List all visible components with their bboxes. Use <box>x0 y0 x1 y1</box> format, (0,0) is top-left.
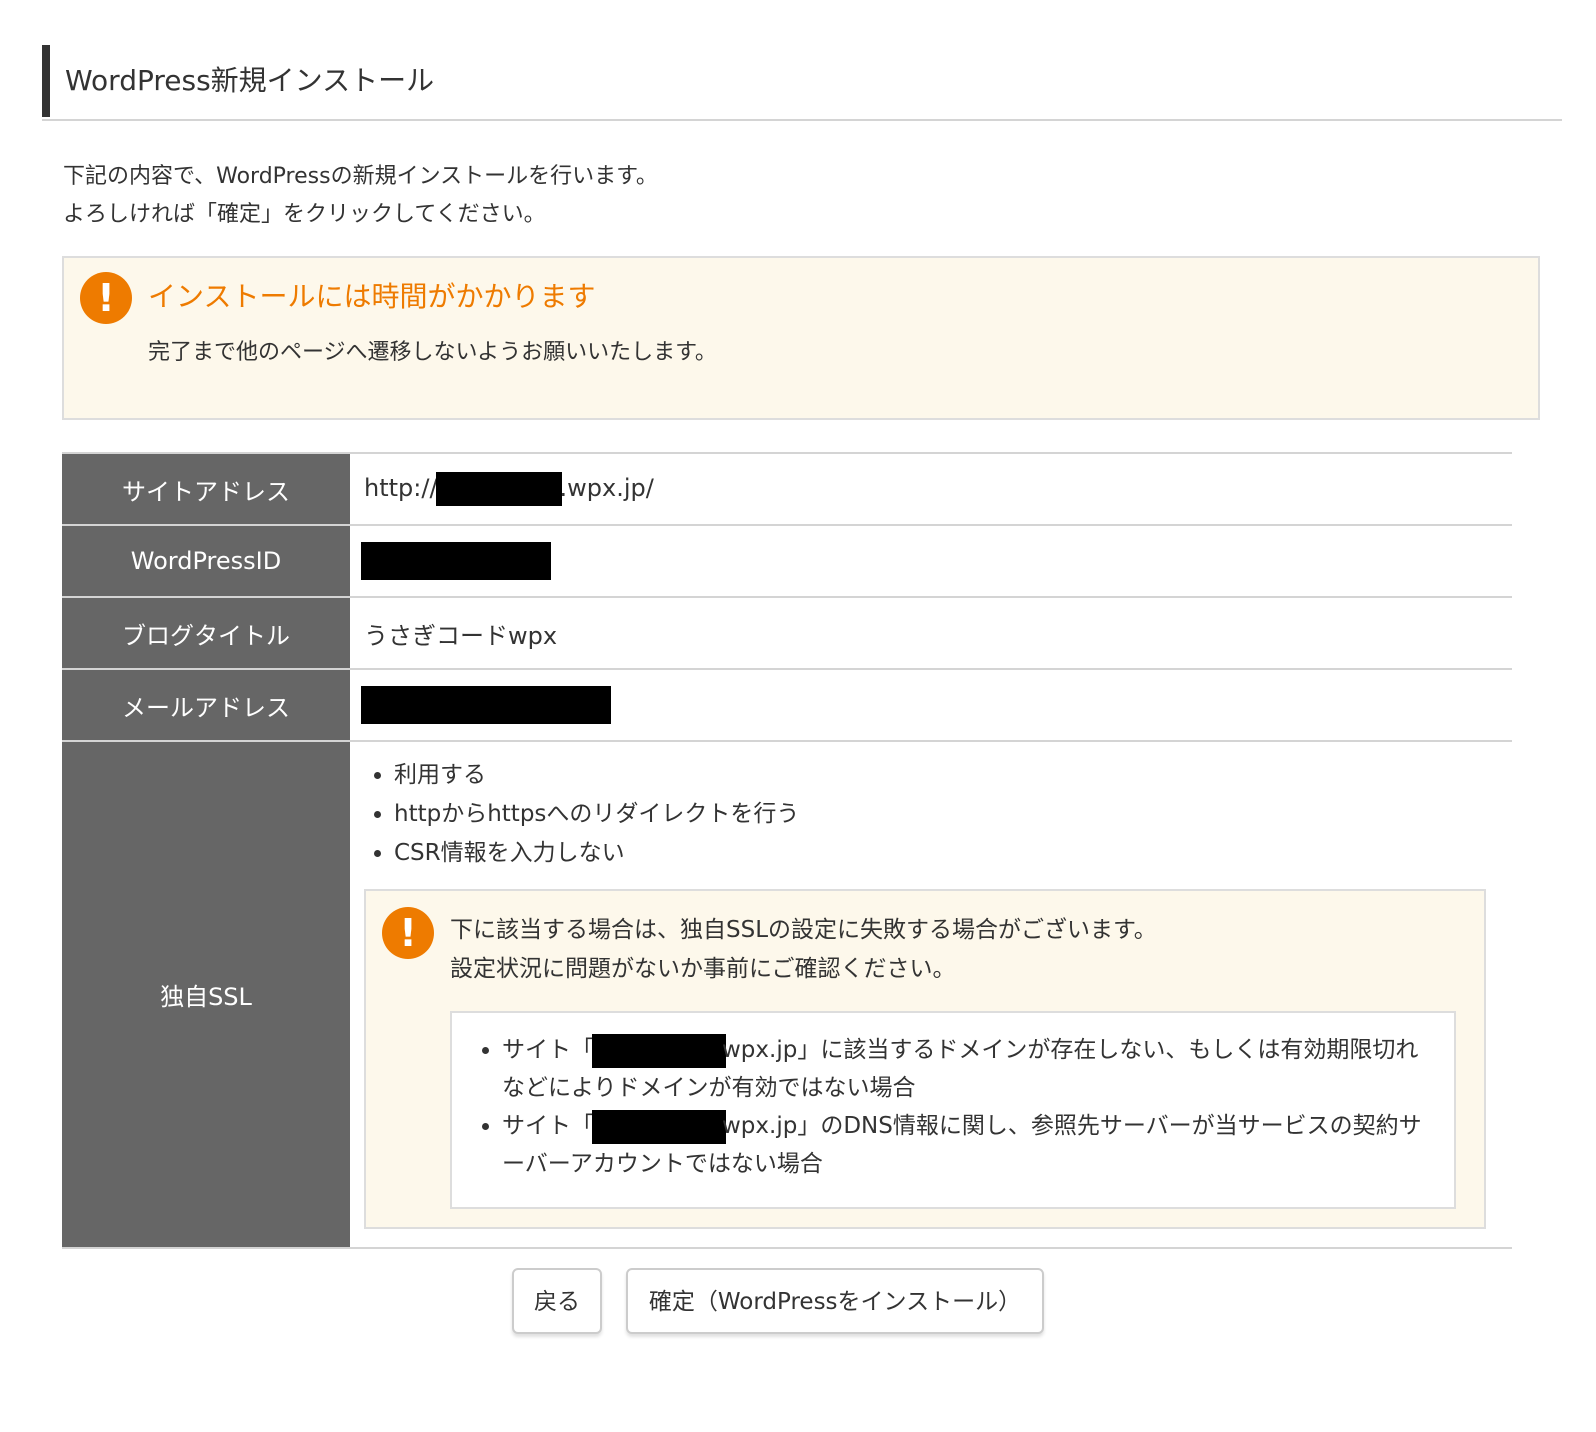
redacted-block <box>361 686 611 724</box>
notice-title: インストールには時間がかかります <box>148 280 596 313</box>
exclamation-icon: ! <box>382 907 434 959</box>
site-address-prefix: http:// <box>364 474 438 502</box>
back-button[interactable]: 戻る <box>512 1268 602 1334</box>
condition-prefix: サイト「 <box>502 1113 594 1139</box>
list-item: サイト「wpx.jp」に該当するドメインが存在しない、もしくは有効期限切れなどに… <box>502 1031 1434 1107</box>
condition-prefix: サイト「 <box>502 1037 594 1063</box>
ssl-conditions-box: サイト「wpx.jp」に該当するドメインが存在しない、もしくは有効期限切れなどに… <box>450 1011 1456 1209</box>
ssl-value: 利用する httpからhttpsへのリダイレクトを行う CSR情報を入力しない … <box>350 741 1512 1249</box>
mail-address-value <box>350 669 1512 742</box>
ssl-options-list: 利用する httpからhttpsへのリダイレクトを行う CSR情報を入力しない <box>364 756 1498 873</box>
list-item: CSR情報を入力しない <box>394 834 1498 873</box>
ssl-conditions-list: サイト「wpx.jp」に該当するドメインが存在しない、もしくは有効期限切れなどに… <box>452 1013 1454 1183</box>
site-address-suffix: .wpx.jp/ <box>559 474 654 502</box>
ssl-warning-box: ! 下に該当する場合は、独自SSLの設定に失敗する場合がございます。 設定状況に… <box>364 889 1486 1229</box>
action-buttons: 戻る 確定（WordPressをインストール） <box>0 1268 1596 1336</box>
notice-text: 完了まで他のページへ遷移しないようお願いいたします。 <box>148 340 717 365</box>
redacted-block <box>592 1033 726 1068</box>
redacted-block <box>361 542 551 580</box>
redacted-block <box>435 472 562 506</box>
page-title: WordPress新規インストール <box>65 64 435 97</box>
redacted-block <box>592 1109 726 1144</box>
table-row-blog-title: ブログタイトル うさぎコードwpx <box>62 597 1512 670</box>
ssl-label: 独自SSL <box>62 741 350 1249</box>
intro-line-1: 下記の内容で、WordPressの新規インストールを行います。 <box>63 164 658 189</box>
list-item: 利用する <box>394 756 1498 795</box>
ssl-warning-text: 下に該当する場合は、独自SSLの設定に失敗する場合がございます。 設定状況に問題… <box>450 911 1157 989</box>
wordpress-id-label: WordPressID <box>62 525 350 598</box>
site-address-label: サイトアドレス <box>62 453 350 526</box>
ssl-warning-line-2: 設定状況に問題がないか事前にご確認ください。 <box>450 956 956 982</box>
table-row-mail-address: メールアドレス <box>62 669 1512 742</box>
table-row-ssl: 独自SSL 利用する httpからhttpsへのリダイレクトを行う CSR情報を… <box>62 741 1512 1249</box>
wordpress-id-value <box>350 525 1512 598</box>
blog-title-label: ブログタイトル <box>62 597 350 670</box>
site-address-value: http:// .wpx.jp/ <box>350 453 1512 526</box>
list-item: httpからhttpsへのリダイレクトを行う <box>394 795 1498 834</box>
ssl-warning-line-1: 下に該当する場合は、独自SSLの設定に失敗する場合がございます。 <box>450 917 1157 943</box>
heading-accent-bar <box>42 45 50 117</box>
page-heading: WordPress新規インストール <box>42 45 1562 121</box>
table-row-site-address: サイトアドレス http:// .wpx.jp/ <box>62 453 1512 526</box>
mail-address-label: メールアドレス <box>62 669 350 742</box>
blog-title-value: うさぎコードwpx <box>350 597 1512 670</box>
install-details-table: サイトアドレス http:// .wpx.jp/ WordPressID ブログタ… <box>62 452 1512 1249</box>
install-time-notice: ! インストールには時間がかかります 完了まで他のページへ遷移しないようお願いい… <box>62 256 1540 420</box>
intro-text: 下記の内容で、WordPressの新規インストールを行います。 よろしければ「確… <box>63 158 658 234</box>
list-item: サイト「wpx.jp」のDNS情報に関し、参照先サーバーが当サービスの契約サーバ… <box>502 1107 1434 1183</box>
confirm-install-button[interactable]: 確定（WordPressをインストール） <box>626 1268 1044 1334</box>
intro-line-2: よろしければ「確定」をクリックしてください。 <box>63 202 546 227</box>
table-row-wordpress-id: WordPressID <box>62 525 1512 598</box>
exclamation-icon: ! <box>80 272 132 324</box>
